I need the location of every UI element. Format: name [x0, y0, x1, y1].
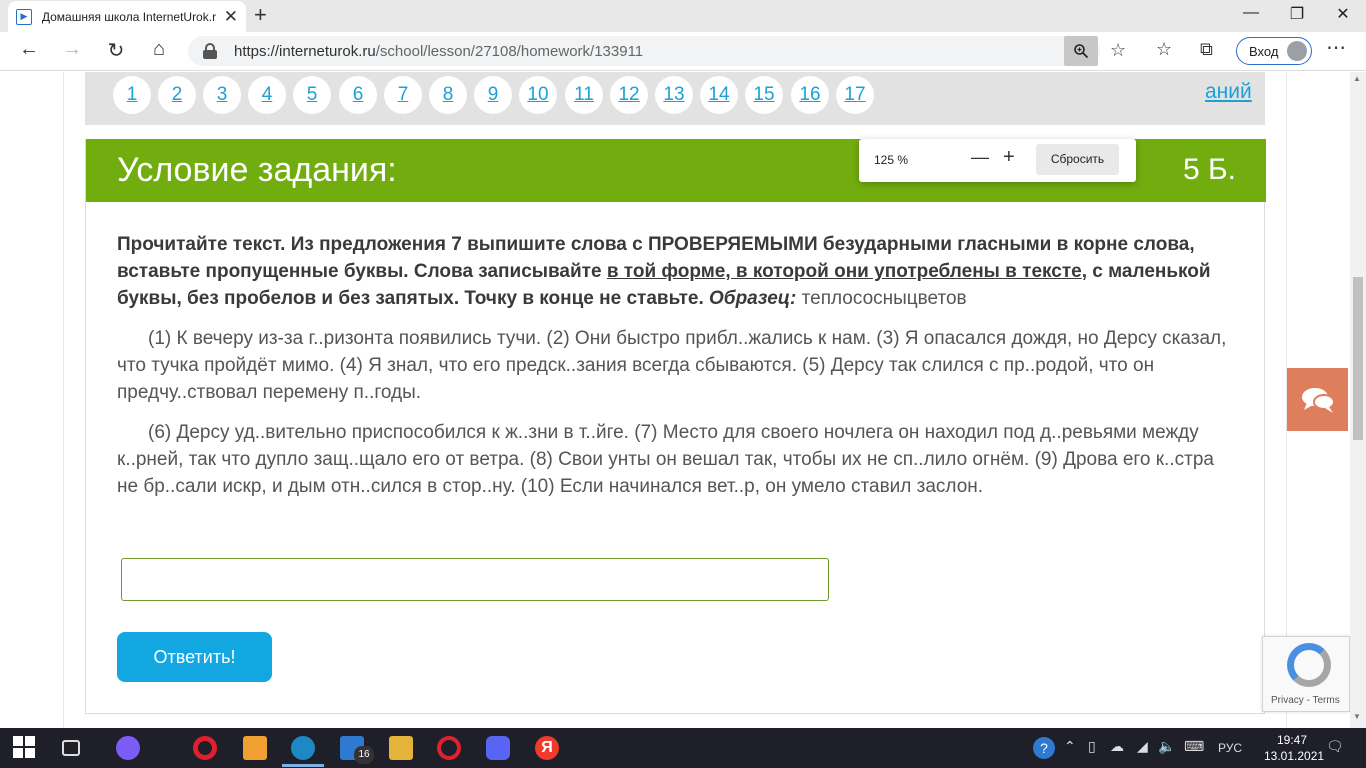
- text-paragraph-1: (1) К вечеру из-за г..ризонта появились …: [117, 328, 1227, 403]
- file-explorer-icon[interactable]: [389, 736, 413, 760]
- task-number-link[interactable]: 1: [113, 76, 151, 114]
- input-language[interactable]: РУС: [1218, 741, 1242, 755]
- zoom-reset-button[interactable]: Сбросить: [1036, 144, 1119, 175]
- task-title: Условие задания:: [117, 151, 397, 189]
- task-number-link[interactable]: 16: [791, 76, 829, 114]
- task-number-link[interactable]: 5: [293, 76, 331, 114]
- page-content: 1 2 3 4 5 6 7 8 9 10 11 12 13 14 15 16 1…: [0, 72, 1350, 728]
- yandex-browser-icon[interactable]: Я: [535, 736, 559, 760]
- task-instruction: Прочитайте текст. Из предложения 7 выпиш…: [117, 231, 1227, 312]
- network-icon[interactable]: ◢: [1137, 738, 1148, 755]
- favorites-list-icon[interactable]: ☆: [1156, 39, 1172, 60]
- url-path: /school/lesson/27108/homework/133911: [375, 42, 644, 60]
- opera-icon[interactable]: [193, 736, 217, 760]
- task-number-link[interactable]: 4: [248, 76, 286, 114]
- zoom-out-button[interactable]: —: [971, 147, 989, 168]
- zoom-magnifier-icon[interactable]: [1064, 36, 1098, 66]
- discord-icon[interactable]: [486, 736, 510, 760]
- zoom-in-button[interactable]: +: [1003, 146, 1015, 169]
- instruction-underlined-text: в той форме, в которой они употреблены в…: [606, 261, 1082, 282]
- new-tab-button[interactable]: +: [254, 2, 267, 28]
- sample-label: Образец:: [709, 288, 797, 309]
- mail-count-badge: 16: [354, 746, 374, 764]
- task-number-link[interactable]: 7: [384, 76, 422, 114]
- zoom-popup: 125 % — + Сбросить: [859, 139, 1136, 182]
- tab-title: Домашняя школа InternetUrok.r: [41, 9, 216, 24]
- back-arrow-icon[interactable]: ←: [14, 38, 44, 61]
- task-points: 5 Б.: [1182, 153, 1236, 186]
- forward-arrow-icon[interactable]: →: [57, 38, 87, 61]
- tab-close-icon[interactable]: ✕: [224, 7, 238, 27]
- store-icon[interactable]: [243, 736, 267, 760]
- task-number-link[interactable]: 10: [519, 76, 557, 114]
- taskbar-clock[interactable]: 19:47 13.01.2021: [1264, 732, 1325, 764]
- home-icon[interactable]: ⌂: [144, 38, 174, 61]
- scroll-thumb[interactable]: [1353, 277, 1363, 440]
- maximize-window-button[interactable]: ❐: [1274, 4, 1320, 24]
- url-host: https://interneturok.ru: [234, 42, 376, 60]
- chat-button[interactable]: [1287, 368, 1348, 431]
- collections-icon[interactable]: ⧉: [1200, 39, 1213, 60]
- close-window-button[interactable]: ✕: [1320, 4, 1366, 24]
- signin-label: Вход: [1249, 43, 1279, 59]
- active-app-indicator: [282, 764, 324, 767]
- recaptcha-links[interactable]: Privacy - Terms: [1271, 695, 1340, 706]
- zoom-level: 125 %: [874, 153, 909, 167]
- address-bar[interactable]: https://interneturok.ru/school/lesson/27…: [188, 36, 1126, 66]
- page-scrollbar[interactable]: ▲ ▼: [1350, 72, 1366, 728]
- task-number-link[interactable]: 13: [655, 76, 693, 114]
- sample-value: теплососныцветов: [796, 288, 967, 309]
- minimize-window-button[interactable]: —: [1228, 4, 1274, 22]
- task-number-link[interactable]: 17: [836, 76, 874, 114]
- windows-taskbar: 16 Я ? ⌃ ▯ ☁ ◢ 🔈 ⌨ РУС 19:47 13.01.2021 …: [0, 728, 1366, 768]
- browser-toolbar: ← → ↻ ⌂ https://interneturok.ru/school/l…: [0, 32, 1366, 71]
- volume-icon[interactable]: 🔈: [1158, 738, 1175, 755]
- browser-tab-strip: ▶ Домашняя школа InternetUrok.r ✕ + — ❐ …: [0, 0, 1366, 32]
- text-paragraph-2: (6) Дерсу уд..вительно приспособился к ж…: [117, 422, 1214, 497]
- browser-tab[interactable]: ▶ Домашняя школа InternetUrok.r ✕: [8, 1, 246, 32]
- task-number-link[interactable]: 15: [745, 76, 783, 114]
- site-favicon-icon: ▶: [16, 8, 32, 25]
- tray-expand-icon[interactable]: ⌃: [1064, 738, 1076, 755]
- task-number-link[interactable]: 12: [610, 76, 648, 114]
- alice-assistant-icon[interactable]: [116, 736, 140, 760]
- task-number-nav: 1 2 3 4 5 6 7 8 9 10 11 12 13 14 15 16 1…: [85, 72, 1265, 125]
- task-number-link[interactable]: 3: [203, 76, 241, 114]
- task-number-link[interactable]: 6: [339, 76, 377, 114]
- onedrive-cloud-icon[interactable]: ☁: [1110, 738, 1124, 755]
- task-view-icon[interactable]: [62, 740, 80, 756]
- edge-browser-icon[interactable]: [291, 736, 315, 760]
- content-border-left: [63, 72, 64, 728]
- more-menu-icon[interactable]: ⋯: [1326, 35, 1347, 60]
- task-number-link[interactable]: 2: [158, 76, 196, 114]
- submit-answer-button[interactable]: Ответить!: [117, 632, 272, 682]
- answer-input[interactable]: [121, 558, 829, 601]
- tray-app-icon[interactable]: ▯: [1088, 738, 1096, 755]
- task-number-link[interactable]: 11: [565, 76, 603, 114]
- chat-bubbles-icon: [1301, 387, 1335, 413]
- task-number-link[interactable]: 14: [700, 76, 738, 114]
- help-icon[interactable]: ?: [1033, 737, 1055, 759]
- clock-date: 13.01.2021: [1264, 749, 1325, 763]
- task-number-link[interactable]: 8: [429, 76, 467, 114]
- notifications-icon[interactable]: 🗨: [1326, 738, 1344, 755]
- task-number-link[interactable]: 9: [474, 76, 512, 114]
- keyboard-icon[interactable]: ⌨: [1184, 738, 1204, 755]
- avatar: [1287, 41, 1307, 61]
- scroll-up-arrow-icon[interactable]: ▲: [1353, 74, 1361, 83]
- all-tasks-link[interactable]: аний: [1205, 80, 1252, 104]
- refresh-icon[interactable]: ↻: [101, 38, 131, 63]
- favorite-star-icon[interactable]: ☆: [1110, 40, 1126, 61]
- task-card: Условие задания: 5 Б. Прочитайте текст. …: [85, 139, 1266, 714]
- recaptcha-logo-icon: [1287, 643, 1331, 687]
- recaptcha-badge[interactable]: Privacy - Terms: [1262, 636, 1350, 712]
- scroll-down-arrow-icon[interactable]: ▼: [1353, 712, 1361, 721]
- windows-start-icon[interactable]: [13, 736, 37, 760]
- signin-button[interactable]: Вход: [1236, 37, 1312, 65]
- clock-time: 19:47: [1276, 733, 1308, 747]
- lock-icon[interactable]: [202, 43, 218, 59]
- url-text[interactable]: https://interneturok.ru/school/lesson/27…: [234, 43, 643, 60]
- opera-gx-icon[interactable]: [437, 736, 461, 760]
